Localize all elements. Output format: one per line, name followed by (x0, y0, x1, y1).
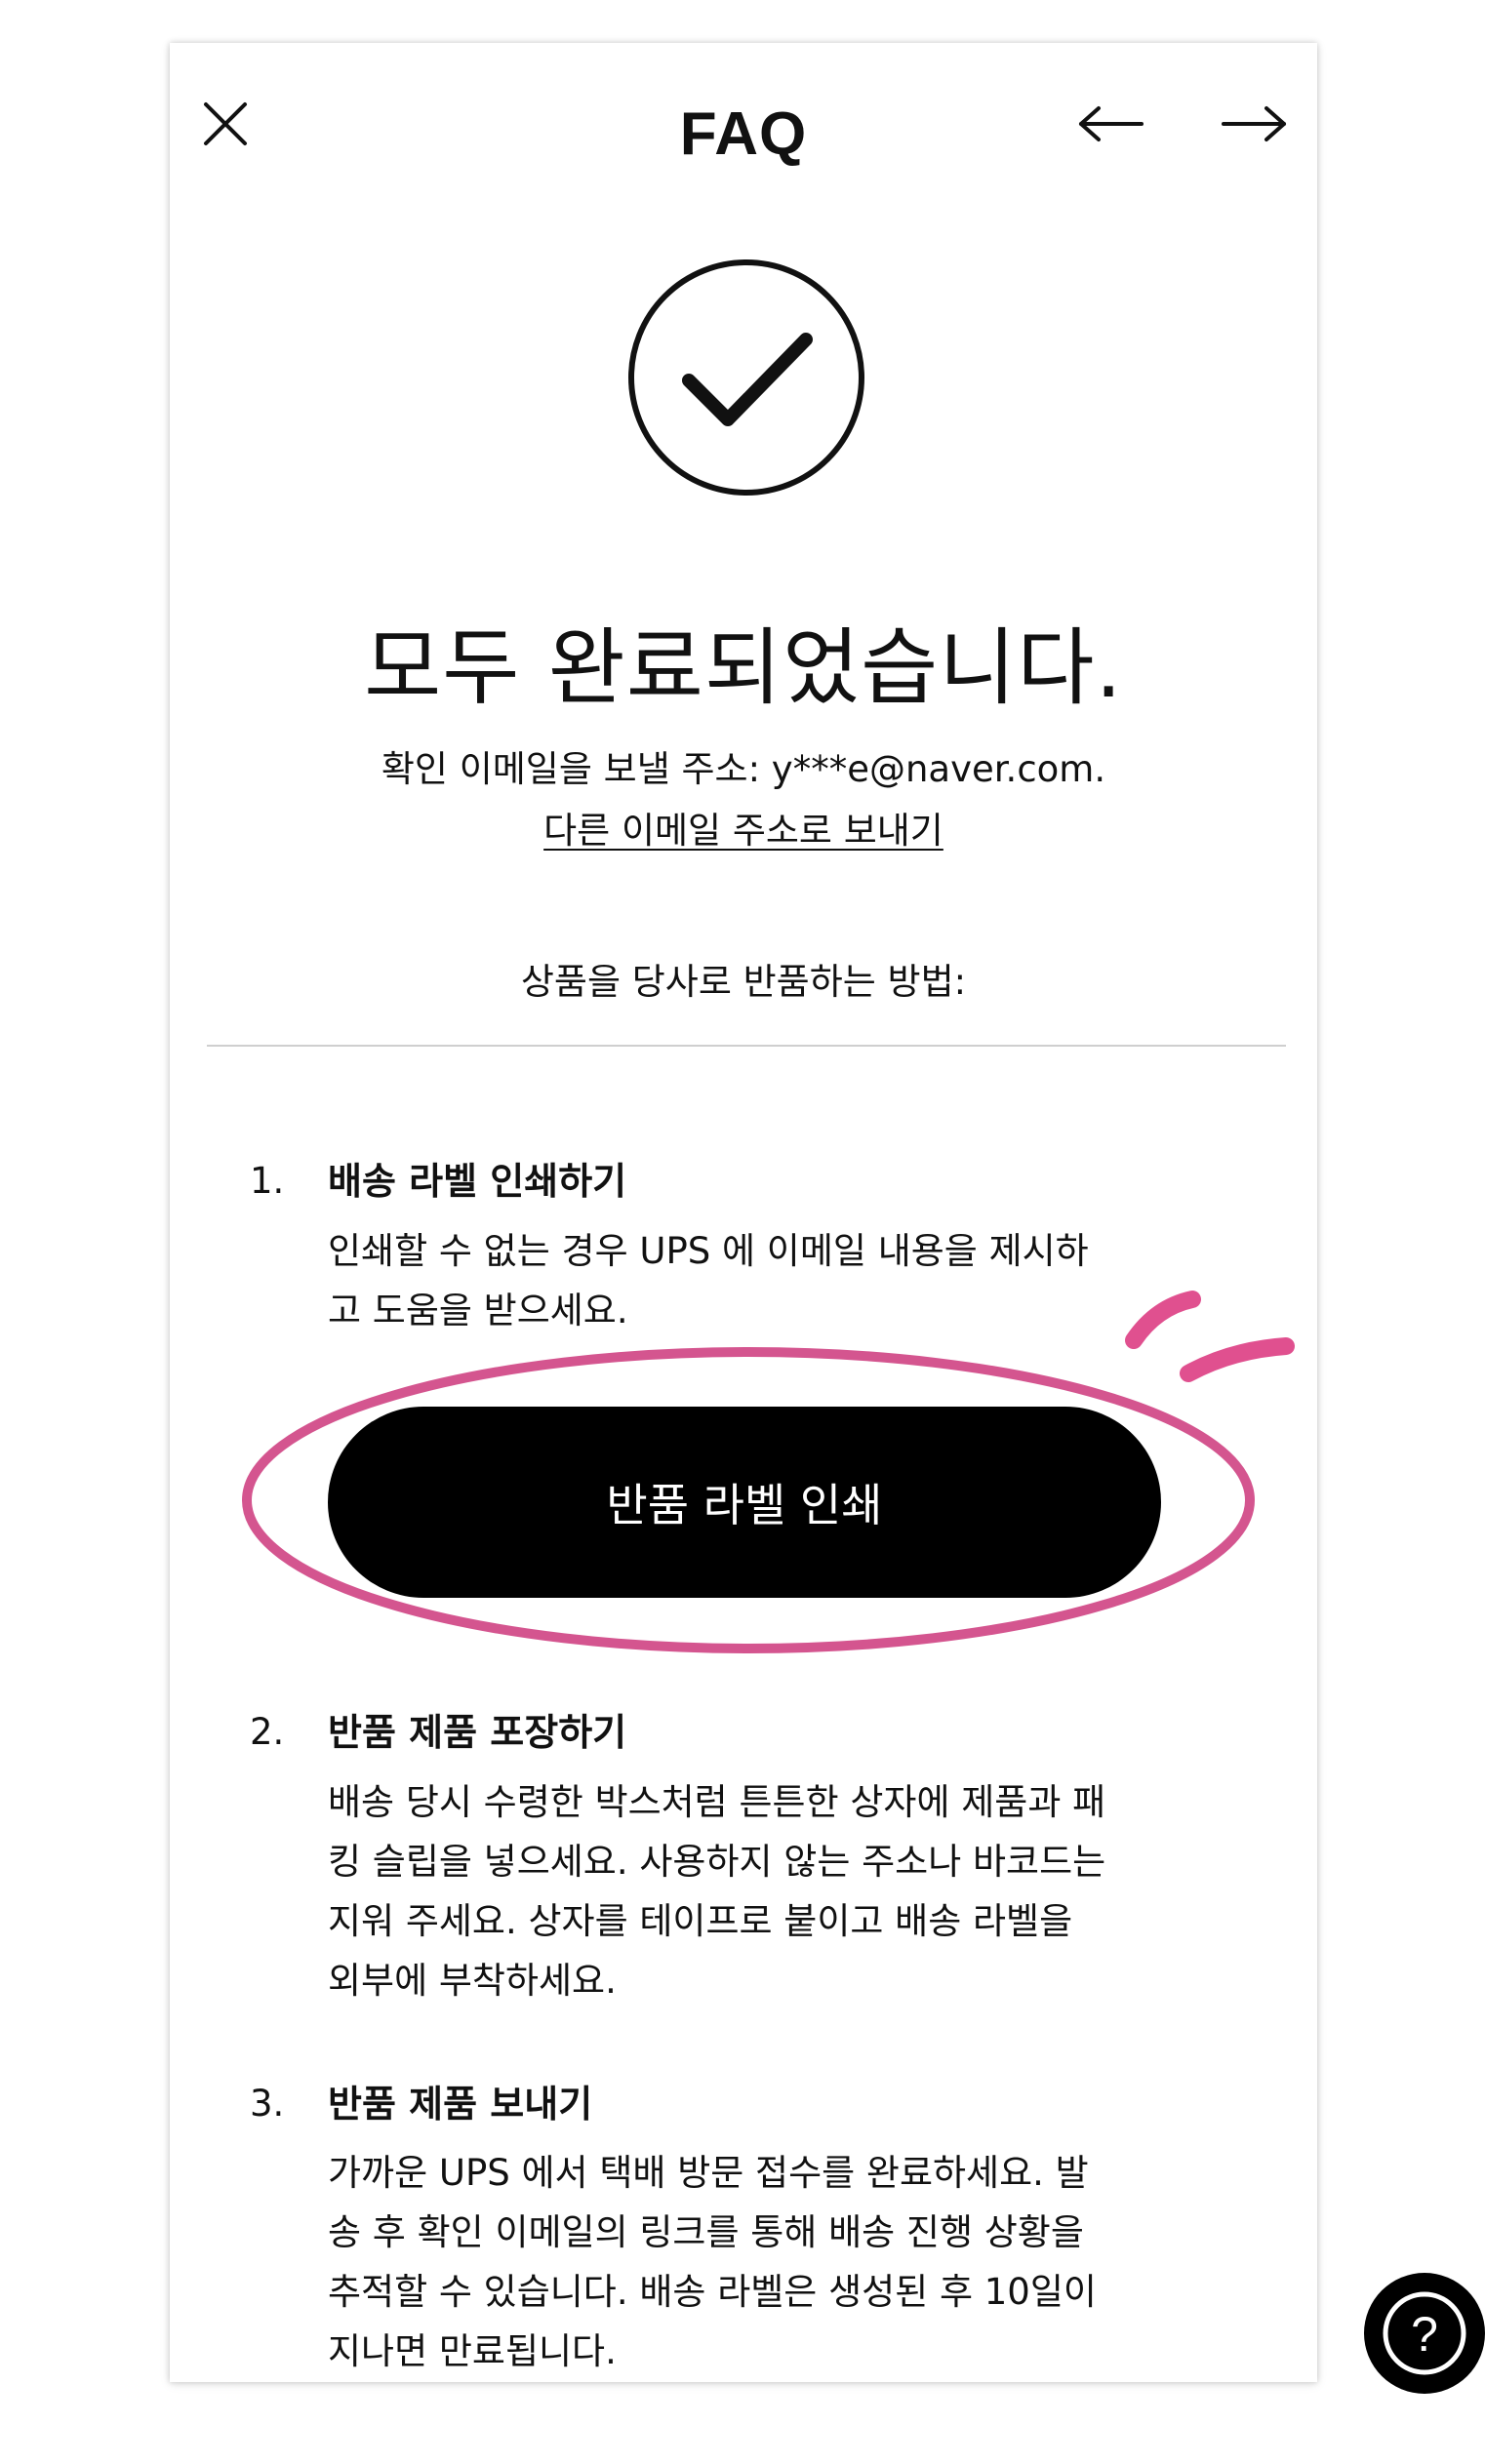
step-number: 1. (250, 1160, 285, 1202)
check-circle-icon (624, 256, 868, 499)
svg-text:?: ? (1411, 2307, 1438, 2362)
success-headline: 모두 완료되었습니다. (364, 619, 1123, 717)
step-title: 반품 제품 보내기 (328, 2083, 593, 2126)
forward-button[interactable] (1210, 80, 1298, 168)
back-button[interactable] (1067, 80, 1155, 168)
step-title: 배송 라벨 인쇄하기 (328, 1160, 627, 1203)
faq-panel: FAQ 모두 완료되었습니다. 확인 이메일을 보낼 주소: y***e@nav… (170, 43, 1485, 2394)
step-title: 반품 제품 포장하기 (328, 1711, 627, 1754)
step-description: 가까운 UPS 에서 택배 방문 접수를 완료하세요. 발 송 후 확인 이메일… (328, 2152, 1097, 2372)
help-button[interactable]: ? (1364, 2273, 1485, 2394)
resend-email-link[interactable]: 다른 이메일 주소로 보내기 (543, 810, 943, 852)
arrow-right-icon (1222, 106, 1286, 141)
print-return-label-button[interactable]: 반품 라벨 인쇄 (328, 1407, 1161, 1598)
confirmation-email-text: 확인 이메일을 보낼 주소: y***e@naver.com. (381, 748, 1106, 790)
step-description: 인쇄할 수 없는 경우 UPS 에 이메일 내용을 제시하 고 도움을 받으세요… (328, 1230, 1089, 1331)
divider (207, 1045, 1286, 1047)
question-mark-icon: ? (1383, 2291, 1466, 2375)
step-description: 배송 당시 수령한 박스처럼 튼튼한 상자에 제품과 패 킹 슬립을 넣으세요.… (328, 1781, 1106, 2002)
arrow-left-icon (1079, 106, 1144, 141)
step-number: 3. (250, 2083, 285, 2125)
step-number: 2. (250, 1711, 285, 1753)
return-howto-heading: 상품을 당사로 반품하는 방법: (520, 961, 967, 1003)
